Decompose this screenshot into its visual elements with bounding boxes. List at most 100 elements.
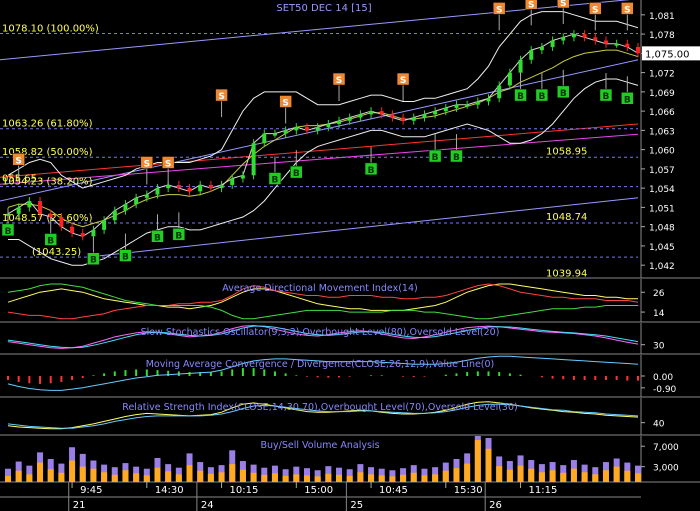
candle-body — [625, 43, 630, 47]
price-tick-label: 1,078 — [649, 31, 675, 41]
signal-letter: S — [400, 76, 406, 86]
candle-body — [166, 184, 171, 189]
bollinger-lower — [8, 78, 639, 266]
fib-level-label: 1078.10 (100.00%) — [2, 23, 99, 34]
volume-buy-bar — [271, 473, 278, 482]
signal-letter: S — [560, 0, 566, 9]
indicator-panels[interactable]: Average Directional Movement Index(14) Sl… — [5, 283, 641, 482]
candle-body — [593, 37, 598, 41]
price-tick-label: 1,054 — [649, 185, 675, 195]
volume-buy-bar — [410, 472, 417, 482]
candle-body — [582, 34, 587, 38]
candle-body — [144, 194, 149, 198]
candle-body — [443, 107, 448, 112]
chart-title: SET50 DEC 14 [15] — [276, 3, 371, 14]
candle-body — [529, 50, 534, 60]
candle-body — [507, 72, 512, 86]
candle-body — [198, 184, 203, 192]
candle-body — [262, 133, 267, 144]
volume-buy-bar — [464, 463, 471, 482]
candle-body — [304, 127, 309, 131]
candle-body — [571, 34, 576, 38]
candle-body — [283, 130, 288, 134]
candle-body — [240, 175, 245, 179]
signal-letter: S — [282, 98, 288, 108]
volume-buy-bar — [218, 472, 225, 482]
signal-letter: B — [5, 227, 12, 237]
signal-letter: S — [144, 159, 150, 169]
volume-buy-bar — [111, 474, 118, 482]
signal-letter: B — [368, 166, 375, 176]
candle-body — [80, 233, 85, 237]
chart-window: 1078.10 (100.00%) 1063.26 (61.80%) 1058.82… — [0, 0, 700, 511]
candle-body — [379, 111, 384, 115]
x-time-label: 9:45 — [80, 485, 102, 496]
indicator-tick-label: 26 — [653, 289, 665, 299]
volume-buy-bar — [293, 474, 300, 482]
volume-buy-bar — [389, 476, 396, 482]
volume-buy-bar — [26, 474, 33, 482]
x-time-label: 10:15 — [230, 485, 259, 496]
fib-level-label: (1043.25) — [32, 247, 81, 258]
candle-body — [251, 143, 256, 176]
volume-buy-bar — [303, 475, 310, 482]
x-time-label: 11:15 — [529, 485, 558, 496]
signal-letter: B — [47, 236, 54, 246]
volume-buy-bar — [592, 474, 599, 482]
candle-body — [475, 101, 480, 105]
indicator-tick-label: 14 — [653, 309, 665, 319]
candle-body — [70, 226, 75, 234]
indicator-tick-label: 3,000 — [653, 464, 679, 474]
signal-letter: S — [15, 156, 21, 166]
indicator-title: Average Directional Movement Index(14) — [222, 283, 417, 294]
price-tick-label: 1,069 — [649, 89, 675, 99]
candle-body — [337, 120, 342, 124]
signal-letter: B — [624, 95, 631, 105]
price-tick-label: 1,072 — [649, 70, 675, 80]
signal-letter: B — [90, 256, 97, 266]
volume-buy-bar — [197, 470, 204, 482]
indicator-title: Buy/Sell Volume Analysis — [260, 440, 379, 451]
candle-body — [411, 117, 416, 121]
indicator-tick-label: 30 — [653, 342, 665, 352]
x-day-label: 24 — [201, 500, 214, 511]
candle-body — [155, 188, 160, 195]
volume-buy-bar — [496, 466, 503, 482]
volume-buy-bar — [79, 466, 86, 482]
volume-buy-bar — [581, 472, 588, 482]
volume-buy-bar — [453, 468, 460, 482]
indicator-tick-label: -0.90 — [653, 385, 677, 395]
candle-body — [123, 204, 128, 211]
candle-body — [326, 123, 331, 128]
current-price-label: 1,075.00 — [645, 49, 690, 60]
price-tick-label: 1,057 — [649, 166, 675, 176]
price-tick-label: 1,060 — [649, 147, 675, 157]
volume-buy-bar — [250, 472, 257, 482]
volume-buy-bar — [239, 469, 246, 482]
trend-line — [0, 123, 639, 178]
price-tick-label: 1,045 — [649, 243, 675, 253]
volume-buy-bar — [538, 472, 545, 482]
price-line — [7, 33, 639, 237]
volume-buy-bar — [442, 470, 449, 482]
candle-body — [465, 104, 470, 107]
price-panel[interactable]: 1078.10 (100.00%)1063.26 (61.80%)1058.82… — [0, 0, 640, 279]
candle-body — [48, 213, 53, 218]
candle-body — [358, 114, 363, 118]
candle-body — [27, 200, 32, 208]
price-tick-label: 1,042 — [649, 262, 675, 272]
bollinger-middle — [7, 49, 639, 228]
signal-letter: S — [592, 5, 598, 15]
volume-buy-bar — [336, 474, 343, 482]
candle-body — [16, 207, 21, 214]
candle-body — [390, 114, 395, 118]
signal-letter: S — [496, 5, 502, 15]
signal-letter: B — [154, 233, 161, 243]
volume-buy-bar — [378, 475, 385, 482]
fib-level-label: 1063.26 (61.80%) — [2, 119, 93, 130]
candle-body — [518, 59, 523, 73]
signal-letter: S — [218, 92, 224, 102]
x-day-label: 26 — [489, 500, 502, 511]
candle-body — [272, 133, 277, 136]
indicator-tick-label: 0.00 — [653, 373, 673, 383]
